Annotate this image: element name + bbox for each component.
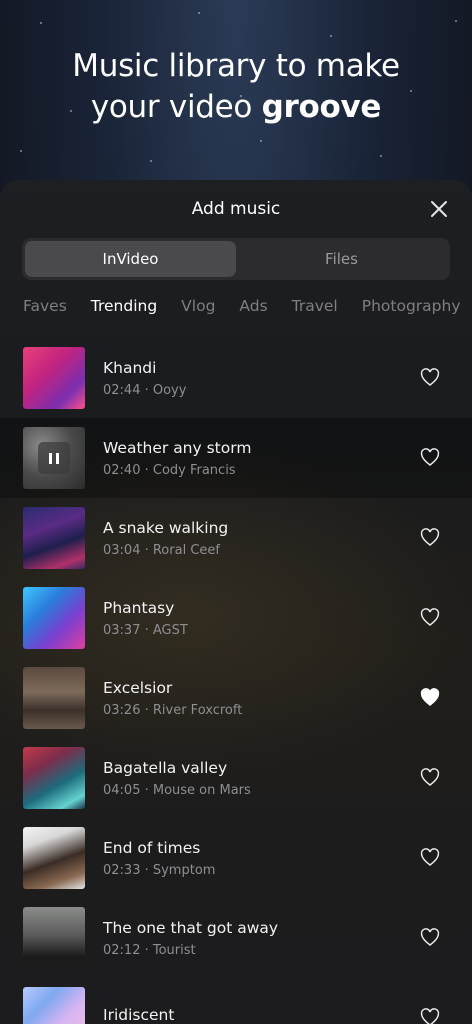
heart-icon[interactable] <box>420 368 440 387</box>
track-title: Bagatella valley <box>103 758 228 777</box>
close-icon[interactable] <box>428 198 450 220</box>
pause-icon[interactable] <box>38 442 70 474</box>
category-travel[interactable]: Travel <box>292 297 338 315</box>
album-art <box>23 507 85 569</box>
track-title: A snake walking <box>103 518 229 537</box>
heart-icon[interactable] <box>420 608 440 627</box>
heart-icon[interactable] <box>420 528 440 547</box>
track-meta: 03:37 · AGST <box>103 622 188 638</box>
track-meta: 03:26 · River Foxcroft <box>103 702 243 718</box>
track-meta: 02:12 · Tourist <box>103 942 196 958</box>
album-art <box>23 667 85 729</box>
heart-filled-icon[interactable] <box>420 688 440 707</box>
track-meta: 03:04 · Roral Ceef <box>103 542 220 558</box>
album-art <box>23 907 85 969</box>
heart-icon[interactable] <box>420 848 440 867</box>
track-row[interactable]: Khandi 02:44 · Ooyy <box>0 338 472 418</box>
sheet-title: Add music <box>191 199 281 219</box>
album-art <box>23 747 85 809</box>
track-title: Phantasy <box>103 598 175 617</box>
track-meta: 02:40 · Cody Francis <box>103 462 236 478</box>
track-row[interactable]: The one that got away 02:12 · Tourist <box>0 898 472 978</box>
hero-line-2-bold: groove <box>261 89 382 125</box>
hero-line-1: Music library to make <box>72 48 400 84</box>
track-row[interactable]: Phantasy 03:37 · AGST <box>0 578 472 658</box>
category-faves[interactable]: Faves <box>23 297 67 315</box>
heart-icon[interactable] <box>420 448 440 467</box>
hero-line-2-prefix: your video <box>90 89 253 125</box>
tab-files[interactable]: Files <box>236 241 447 277</box>
heart-icon[interactable] <box>420 1008 440 1024</box>
track-title: Weather any storm <box>103 438 252 457</box>
track-row[interactable]: Weather any storm 02:40 · Cody Francis <box>0 418 472 498</box>
app-screen: Music library to make your video groove … <box>0 0 472 1024</box>
hero-line-2: your video groove <box>0 87 472 128</box>
track-row[interactable]: Bagatella valley 04:05 · Mouse on Mars <box>0 738 472 818</box>
track-row[interactable]: Excelsior 03:26 · River Foxcroft <box>0 658 472 738</box>
track-row[interactable]: A snake walking 03:04 · Roral Ceef <box>0 498 472 578</box>
category-vlog[interactable]: Vlog <box>181 297 215 315</box>
category-trending[interactable]: Trending <box>91 297 157 315</box>
album-art <box>23 587 85 649</box>
heart-icon[interactable] <box>420 928 440 947</box>
add-music-sheet: Add music InVideo Files Faves Trending V… <box>0 180 472 1024</box>
track-title: The one that got away <box>103 918 279 937</box>
track-row[interactable]: Iridiscent <box>0 978 472 1024</box>
track-meta: 04:05 · Mouse on Mars <box>103 782 251 798</box>
category-tabs: Faves Trending Vlog Ads Travel Photograp… <box>23 297 461 315</box>
track-title: Excelsior <box>103 678 173 697</box>
track-row[interactable]: End of times 02:33 · Symptom <box>0 818 472 898</box>
track-title: Khandi <box>103 358 157 377</box>
track-meta: 02:44 · Ooyy <box>103 382 187 398</box>
track-title: Iridiscent <box>103 1006 175 1024</box>
album-art <box>23 347 85 409</box>
tab-invideo[interactable]: InVideo <box>25 241 236 277</box>
album-art <box>23 987 85 1024</box>
heart-icon[interactable] <box>420 768 440 787</box>
source-segmented-control: InVideo Files <box>22 238 450 280</box>
track-list: Khandi 02:44 · Ooyy Weather any storm 02:4… <box>0 338 472 1024</box>
category-ads[interactable]: Ads <box>239 297 267 315</box>
category-photography[interactable]: Photography <box>362 297 461 315</box>
album-art <box>23 827 85 889</box>
album-art <box>23 427 85 489</box>
track-meta: 02:33 · Symptom <box>103 862 216 878</box>
hero-heading: Music library to make your video groove <box>0 46 472 128</box>
track-title: End of times <box>103 838 201 857</box>
